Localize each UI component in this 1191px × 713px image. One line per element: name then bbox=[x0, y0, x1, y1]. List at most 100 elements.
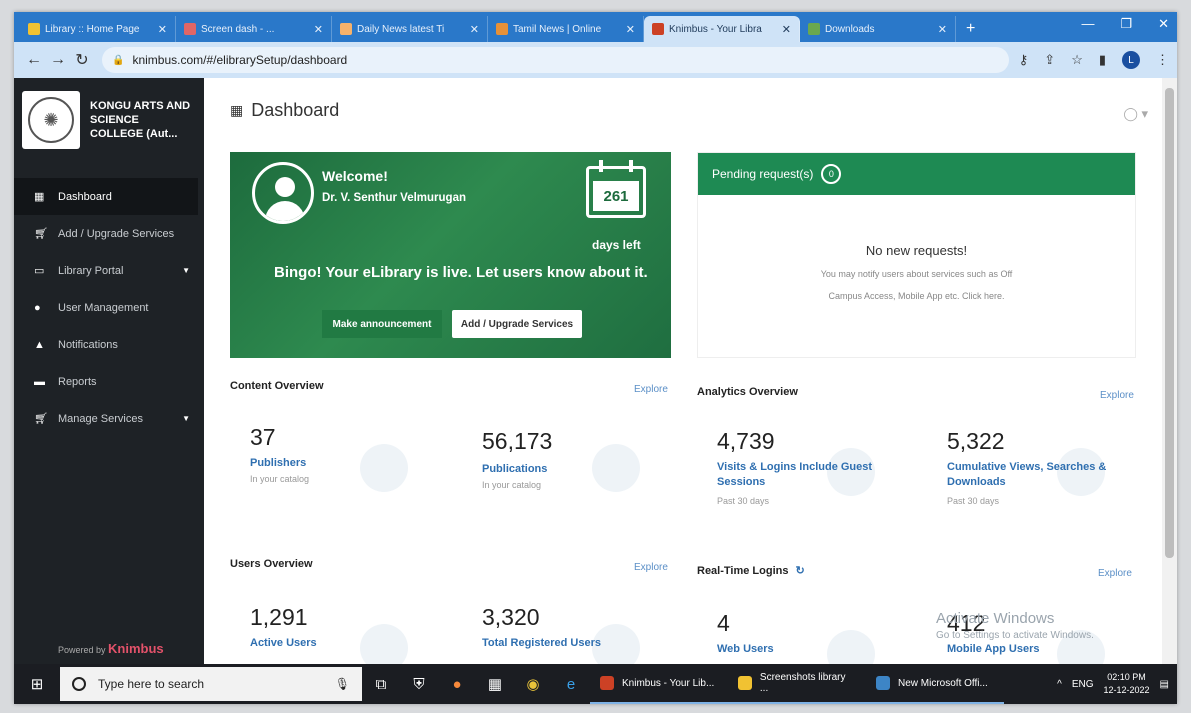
taskbar-app-knimbus[interactable]: Knimbus - Your Lib... bbox=[590, 664, 728, 704]
sidebar-item-reports[interactable]: ▬ Reports bbox=[14, 363, 204, 400]
sidebar-item-dashboard[interactable]: ▦ Dashboard bbox=[14, 178, 198, 215]
stat-label[interactable]: Cumulative Views, Searches & Downloads bbox=[947, 460, 1117, 490]
caret-down-icon: ▼ bbox=[182, 414, 190, 423]
cart-icon: 🛒︎ bbox=[34, 413, 48, 425]
stat-label[interactable]: Web Users bbox=[717, 642, 887, 657]
main-content: ▦ Dashboard ◯ ▾ Welcome! Dr. V. Senthur … bbox=[204, 78, 1162, 664]
welcome-greeting: Welcome! bbox=[322, 168, 388, 184]
pending-hint-link[interactable]: Campus Access, Mobile App etc. Click her… bbox=[698, 291, 1135, 301]
user-menu[interactable]: ◯ ▾ bbox=[1123, 106, 1148, 122]
taskbar-app-label: Knimbus - Your Lib... bbox=[622, 677, 715, 689]
refresh-icon[interactable]: ↻ bbox=[796, 565, 805, 577]
folder-icon: ▬ bbox=[34, 375, 45, 388]
taskbar-search-input[interactable]: Type here to search 🎙︎ bbox=[60, 667, 362, 701]
windows-taskbar: ⊞ Type here to search 🎙︎ ⧉ ⛨ ● ▦ ◉ e Kni… bbox=[14, 664, 1177, 704]
stat-sub: Past 30 days bbox=[947, 496, 1000, 506]
reload-icon[interactable]: ↻ bbox=[70, 50, 94, 70]
close-icon[interactable]: ✕ bbox=[314, 23, 323, 36]
stat-label[interactable]: Total Registered Users bbox=[482, 636, 652, 651]
kebab-menu-icon[interactable]: ⋮ bbox=[1156, 52, 1169, 68]
firefox-icon[interactable]: ● bbox=[438, 676, 476, 693]
stat-value: 4,739 bbox=[717, 428, 775, 454]
shield-icon[interactable]: ⛨ bbox=[400, 676, 438, 693]
analytics-overview-title: Analytics Overview bbox=[697, 386, 798, 398]
maximize-icon[interactable]: ❐ bbox=[1120, 16, 1132, 32]
back-icon[interactable]: ← bbox=[22, 51, 46, 69]
sidebar-item-label: Dashboard bbox=[58, 190, 112, 203]
browser-tab[interactable]: Daily News latest Ti ✕ bbox=[332, 16, 488, 42]
knimbus-logo[interactable]: Knimbus bbox=[108, 641, 164, 656]
edge-icon[interactable]: e bbox=[552, 676, 590, 693]
stat-value: 5,322 bbox=[947, 428, 1005, 454]
scrollbar-thumb[interactable] bbox=[1165, 88, 1174, 558]
college-seal-icon: ✺ bbox=[28, 97, 74, 143]
star-icon[interactable]: ☆ bbox=[1071, 52, 1083, 68]
close-icon[interactable]: ✕ bbox=[782, 23, 791, 36]
page-scrollbar[interactable] bbox=[1162, 78, 1177, 664]
sidebar-item-label: Manage Services bbox=[58, 412, 143, 425]
notification-center-icon[interactable]: ▤ bbox=[1160, 679, 1169, 690]
minimize-icon[interactable]: — bbox=[1081, 16, 1094, 32]
users-overview-explore-link[interactable]: Explore bbox=[634, 562, 668, 573]
stat-value: 56,173 bbox=[482, 428, 553, 454]
sidebar-item-user-management[interactable]: ● User Management bbox=[14, 289, 204, 326]
taskbar-clock[interactable]: 02:10 PM 12-12-2022 bbox=[1104, 671, 1150, 697]
lock-icon: 🔒 bbox=[112, 54, 125, 66]
close-window-icon[interactable]: ✕ bbox=[1158, 16, 1169, 32]
stat-label[interactable]: Publications bbox=[482, 462, 652, 477]
sidebar-item-notifications[interactable]: ▲ Notifications bbox=[14, 326, 204, 363]
close-icon[interactable]: ✕ bbox=[626, 23, 635, 36]
add-upgrade-services-button[interactable]: Add / Upgrade Services bbox=[452, 310, 582, 338]
browser-tab[interactable]: Library :: Home Page ✕ bbox=[20, 16, 176, 42]
task-view-icon[interactable]: ⧉ bbox=[362, 676, 400, 693]
windows-start-icon[interactable]: ⊞ bbox=[14, 675, 60, 693]
close-icon[interactable]: ✕ bbox=[470, 23, 479, 36]
language-indicator[interactable]: ENG bbox=[1072, 679, 1094, 690]
browser-tab[interactable]: Tamil News | Online ✕ bbox=[488, 16, 644, 42]
make-announcement-button[interactable]: Make announcement bbox=[322, 310, 442, 338]
taskbar-app-label: New Microsoft Offi... bbox=[898, 677, 988, 689]
sidepanel-icon[interactable]: ▮ bbox=[1099, 52, 1106, 68]
url-input[interactable]: 🔒 knimbus.com/#/elibrarySetup/dashboard bbox=[102, 47, 1009, 73]
stat-card-visits: 4,739 Visits & Logins Include Guest Sess… bbox=[697, 408, 903, 528]
close-icon[interactable]: ✕ bbox=[938, 23, 947, 36]
tab-favicon-icon bbox=[652, 23, 664, 35]
browser-tab-active[interactable]: Knimbus - Your Libra ✕ bbox=[644, 16, 800, 42]
profile-avatar[interactable]: L bbox=[1122, 51, 1140, 69]
stat-label[interactable]: Active Users bbox=[250, 636, 420, 651]
sidebar-item-add-upgrade[interactable]: 🛒︎ Add / Upgrade Services bbox=[14, 215, 204, 252]
tab-favicon-icon bbox=[808, 23, 820, 35]
chrome-icon[interactable]: ◉ bbox=[514, 675, 552, 693]
key-icon[interactable]: ⚷ bbox=[1019, 52, 1029, 68]
analytics-overview-explore-link[interactable]: Explore bbox=[1100, 390, 1134, 401]
stat-sub: In your catalog bbox=[482, 480, 542, 490]
sidebar-item-library-portal[interactable]: ▭ Library Portal ▼ bbox=[14, 252, 204, 289]
content-overview-title: Content Overview bbox=[230, 380, 324, 392]
users-overview-title: Users Overview bbox=[230, 558, 313, 570]
new-tab-button[interactable]: + bbox=[956, 16, 985, 42]
stat-value: 3,320 bbox=[482, 604, 540, 630]
browser-tab[interactable]: Screen dash - ... ✕ bbox=[176, 16, 332, 42]
office-icon bbox=[876, 676, 890, 690]
stat-label[interactable]: Publishers bbox=[250, 456, 420, 471]
chevron-up-icon[interactable]: ^ bbox=[1057, 679, 1062, 690]
stat-value: 1,291 bbox=[250, 604, 308, 630]
stat-label[interactable]: Mobile App Users bbox=[947, 642, 1117, 657]
window-controls: — ❐ ✕ bbox=[1081, 16, 1169, 32]
sidebar-nav: ▦ Dashboard 🛒︎ Add / Upgrade Services ▭ … bbox=[14, 178, 204, 437]
forward-icon[interactable]: → bbox=[46, 51, 70, 69]
taskbar-app-office[interactable]: New Microsoft Offi... bbox=[866, 664, 1004, 704]
close-icon[interactable]: ✕ bbox=[158, 23, 167, 36]
browser-tab[interactable]: Downloads ✕ bbox=[800, 16, 956, 42]
taskbar-app-screenshots[interactable]: Screenshots library ... bbox=[728, 664, 866, 704]
sidebar-item-manage-services[interactable]: 🛒︎ Manage Services ▼ bbox=[14, 400, 204, 437]
share-icon[interactable]: ⇪ bbox=[1044, 52, 1055, 68]
stat-card-mobile-users: 412 Mobile App Users bbox=[927, 590, 1133, 664]
stat-label[interactable]: Visits & Logins Include Guest Sessions bbox=[717, 460, 887, 490]
sidebar-item-label: Add / Upgrade Services bbox=[58, 227, 175, 240]
calculator-icon[interactable]: ▦ bbox=[476, 675, 514, 693]
microphone-icon[interactable]: 🎙︎ bbox=[335, 677, 350, 691]
realtime-explore-link[interactable]: Explore bbox=[1098, 568, 1132, 579]
content-overview-explore-link[interactable]: Explore bbox=[634, 384, 668, 395]
realtime-logins-label: Real-Time Logins bbox=[697, 565, 789, 577]
